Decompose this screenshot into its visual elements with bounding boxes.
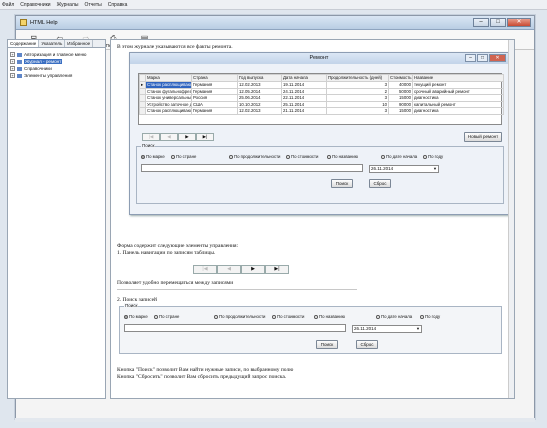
radio-by-brand[interactable]: По марке [141, 154, 165, 159]
table-row[interactable]: ▸ Станок расплющивающий Германия 12.02.2… [139, 80, 504, 89]
help-app-icon [20, 19, 27, 26]
search-input[interactable] [141, 164, 363, 172]
item1-text: 1. Панель навигации по записям таблицы. [117, 250, 216, 256]
radio-by-start-date[interactable]: По дате начала [381, 154, 417, 159]
search-button[interactable]: Поиск [331, 179, 353, 188]
next-record-button[interactable]: ▶ [178, 133, 196, 141]
new-repair-button[interactable]: Новый ремонт [464, 132, 502, 142]
date-picker[interactable]: 26.11.2014 ▼ [369, 165, 439, 173]
search-input[interactable] [124, 324, 346, 332]
maximize-icon: □ [477, 54, 488, 62]
last-record-button[interactable]: ▶| [196, 133, 214, 141]
chevron-down-icon[interactable]: ▼ [432, 166, 438, 172]
search-description: Кнопка "Поиск" позволит Вам найти нужные… [117, 367, 294, 373]
column-header[interactable]: Продолжительность (дней) [326, 74, 389, 82]
date-picker[interactable]: 26.11.2014 ▼ [352, 325, 422, 333]
menu-file[interactable]: Файл [2, 2, 14, 8]
reset-description: Кнопка "Сбросить" позволит Вам сбросить … [117, 374, 287, 380]
divider [117, 289, 357, 290]
radio-by-country[interactable]: По стране [154, 314, 179, 319]
repair-window-title: Ремонт – □ ✕ [130, 53, 508, 64]
window-titlebar[interactable]: HTML Help – □ ✕ [16, 16, 534, 30]
form-contains-text: Форма содержит следующие элементы управл… [117, 243, 239, 249]
navigation-pane: Содержание Указатель Избранное + Авториз… [7, 39, 106, 399]
radio-by-brand[interactable]: По марке [124, 314, 148, 319]
menu-journals[interactable]: Журналы [57, 2, 79, 8]
prev-record-button[interactable]: ◀ [160, 133, 178, 141]
book-icon [17, 59, 22, 64]
tab-index[interactable]: Указатель [39, 40, 66, 47]
tab-contents[interactable]: Содержание [8, 40, 40, 47]
radio-by-cost[interactable]: По стоимости [272, 314, 304, 319]
minimize-button[interactable]: – [473, 18, 489, 27]
book-icon [17, 66, 22, 71]
radio-by-start-date[interactable]: По дате начала [376, 314, 412, 319]
next-record-button[interactable]: ▶ [241, 265, 265, 274]
search-group: Поиск По марке По стране По продолжитель… [136, 143, 504, 204]
tree-item-controls[interactable]: + Элементы управления [10, 72, 103, 79]
content-scrollbar[interactable] [508, 40, 514, 398]
maximize-button[interactable]: □ [490, 18, 506, 27]
close-button[interactable]: ✕ [507, 18, 531, 27]
menu-directories[interactable]: Справочники [20, 2, 50, 8]
item2-text: 2. Поиск записей [117, 297, 157, 303]
window-title: HTML Help [30, 19, 58, 26]
search-legend: Поиск [124, 303, 139, 308]
search-legend: Поиск [141, 143, 156, 148]
repair-window-screenshot: Ремонт – □ ✕ Марка Страна Год выпуска Да… [129, 52, 509, 215]
column-header[interactable]: Стоимость [388, 74, 413, 82]
radio-by-cost[interactable]: По стоимости [286, 154, 318, 159]
book-icon [17, 52, 22, 57]
search-button[interactable]: Поиск [316, 340, 338, 349]
book-icon [17, 73, 22, 78]
expand-icon[interactable]: + [10, 66, 15, 71]
radio-by-year[interactable]: По году [423, 154, 443, 159]
demo-record-navigator: |◀ ◀ ▶ ▶| [193, 265, 289, 274]
table-row[interactable]: Станок расплющивающий Германия 12.02.201… [139, 107, 504, 115]
first-record-button[interactable]: |◀ [193, 265, 217, 274]
radio-by-duration[interactable]: По продолжительности [229, 154, 280, 159]
help-content: В этом журнале указываются все факты рем… [110, 39, 515, 399]
reset-button[interactable]: Сброс [356, 340, 378, 349]
expand-icon[interactable]: + [10, 52, 15, 57]
tree-item-authorization[interactable]: + Авторизация и главное меню [10, 51, 103, 58]
reset-button[interactable]: Сброс [369, 179, 391, 188]
menu-reports[interactable]: Отчеты [84, 2, 101, 8]
radio-by-duration[interactable]: По продолжительности [214, 314, 265, 319]
contents-tree: + Авторизация и главное меню + Журнал - … [8, 48, 105, 82]
menu-help[interactable]: Справка [108, 2, 128, 8]
intro-text: В этом журнале указываются все факты рем… [117, 44, 233, 50]
first-record-button[interactable]: |◀ [142, 133, 160, 141]
expand-icon[interactable]: + [10, 73, 15, 78]
repair-table: Марка Страна Год выпуска Дата начала Про… [138, 73, 504, 125]
radio-by-year[interactable]: По году [420, 314, 440, 319]
status-bar [15, 418, 535, 422]
nav-description: Позволяет удобно перемещаться между запи… [117, 280, 234, 286]
minimize-icon: – [465, 54, 476, 62]
close-icon: ✕ [489, 54, 506, 62]
radio-by-country[interactable]: По стране [171, 154, 196, 159]
app-menubar: Файл Справочники Журналы Отчеты Справка [0, 0, 547, 10]
tree-item-repair-journal[interactable]: + Журнал - ремонт [10, 58, 103, 65]
record-navigator: |◀ ◀ ▶ ▶| [142, 133, 214, 141]
tab-favorites[interactable]: Избранное [65, 40, 94, 47]
radio-by-name[interactable]: По названию [327, 154, 358, 159]
last-record-button[interactable]: ▶| [265, 265, 289, 274]
demo-search-group: Поиск По марке По стране По продолжитель… [119, 303, 502, 354]
expand-icon[interactable]: + [10, 59, 15, 64]
chevron-down-icon[interactable]: ▼ [415, 326, 421, 332]
tree-item-directories[interactable]: + Справочники [10, 65, 103, 72]
radio-by-name[interactable]: По названию [314, 314, 345, 319]
prev-record-button[interactable]: ◀ [217, 265, 241, 274]
